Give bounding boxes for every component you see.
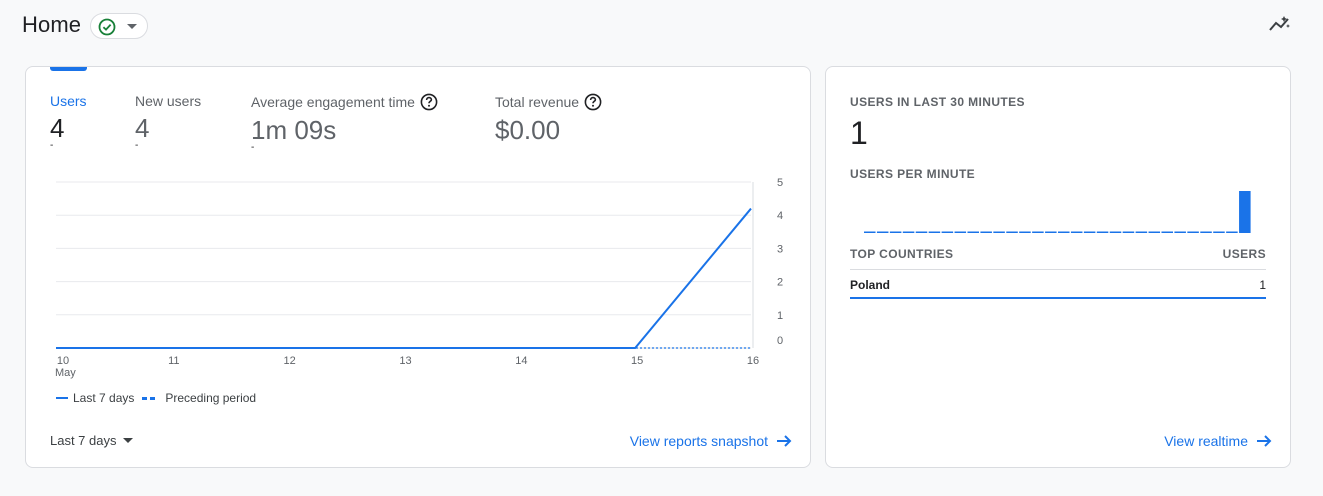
arrow-right-icon — [777, 435, 792, 447]
legend-item-current: Last 7 days — [56, 391, 134, 405]
minute-bar — [1006, 231, 1018, 233]
legend-swatch-solid — [56, 397, 68, 399]
date-range-label: Last 7 days — [50, 433, 117, 448]
link-label: View reports snapshot — [629, 433, 768, 449]
minute-bar — [1213, 231, 1225, 233]
date-range-dropdown[interactable]: Last 7 days — [50, 433, 133, 448]
country-users: 1 — [1259, 278, 1266, 292]
minute-bar — [902, 231, 915, 233]
minute-bar — [993, 231, 1005, 233]
minute-bar — [1032, 231, 1044, 233]
minute-bar — [864, 231, 876, 233]
minute-bar — [1148, 231, 1161, 233]
y-tick-label: 5 — [777, 177, 783, 189]
series-line-current — [56, 207, 752, 349]
minute-bar — [1161, 231, 1173, 233]
minute-bar — [915, 231, 928, 233]
caret-down-icon — [127, 24, 137, 29]
check-circle-icon — [98, 18, 116, 36]
minute-bar — [1019, 231, 1031, 233]
minute-bar — [980, 231, 992, 233]
minute-bar — [1200, 231, 1212, 233]
minute-bar — [1135, 231, 1148, 233]
minute-bar — [1045, 231, 1057, 233]
x-tick-label: 16 — [747, 355, 759, 367]
minute-bar — [967, 231, 979, 233]
minute-bar — [1096, 231, 1109, 233]
y-tick-label: 2 — [777, 277, 783, 289]
minute-bar — [1187, 231, 1199, 233]
users-per-minute-label: USERS PER MINUTE — [850, 167, 976, 181]
minute-bar — [1174, 231, 1186, 233]
x-tick-label: 13 — [399, 355, 411, 367]
realtime-card: USERS IN LAST 30 MINUTES 1 USERS PER MIN… — [825, 66, 1291, 468]
country-row: Poland 1 — [850, 271, 1266, 299]
overview-card: Users 4 - New users 4 - Average engageme… — [25, 66, 811, 468]
minute-bar — [1239, 191, 1251, 233]
country-name: Poland — [850, 278, 891, 292]
realtime-users-value: 1 — [850, 115, 868, 151]
y-tick-label: 0 — [777, 335, 783, 347]
y-tick-label: 3 — [777, 243, 783, 255]
minute-bar — [1058, 231, 1070, 233]
top-countries-header: TOP COUNTRIES USERS — [850, 247, 1266, 270]
chart-legend: Last 7 days Preceding period — [56, 391, 256, 405]
minute-bar — [1109, 231, 1122, 233]
legend-label-previous: Preceding period — [165, 391, 257, 405]
minute-bar — [954, 231, 967, 233]
x-tick-label: 11 — [168, 355, 179, 367]
legend-label-current: Last 7 days — [73, 391, 135, 405]
x-tick-sublabel: May — [55, 367, 76, 379]
minute-bar — [1070, 231, 1083, 233]
minute-bar — [941, 231, 954, 233]
legend-item-previous: Preceding period — [142, 391, 256, 405]
view-reports-snapshot-link[interactable]: View reports snapshot — [630, 433, 792, 449]
users-column-label: USERS — [1222, 247, 1266, 261]
minute-bar — [1122, 231, 1135, 233]
insights-icon[interactable] — [1268, 14, 1292, 34]
realtime-title: USERS IN LAST 30 MINUTES — [850, 95, 1025, 109]
caret-down-icon — [122, 437, 133, 443]
x-tick-label: 15 — [631, 355, 643, 367]
country-share-bar — [850, 297, 1266, 299]
view-realtime-link[interactable]: View realtime — [1164, 433, 1272, 449]
top-countries-label: TOP COUNTRIES — [850, 247, 954, 261]
minute-bar — [889, 231, 902, 233]
minute-bar — [928, 231, 941, 233]
users-line-chart: 54321010 11 12 13 14 15 16May — [55, 177, 783, 379]
link-label: View realtime — [1164, 433, 1248, 449]
status-dropdown[interactable] — [90, 13, 148, 39]
x-tick-label: 14 — [515, 355, 527, 367]
minute-bar — [1226, 231, 1238, 233]
y-tick-label: 4 — [777, 210, 783, 222]
page-title: Home — [22, 12, 82, 37]
users-per-minute-chart — [864, 191, 1251, 233]
legend-swatch-dashed — [142, 397, 156, 400]
minute-bar — [876, 231, 889, 233]
x-tick-label: 12 — [284, 355, 296, 367]
y-tick-label: 1 — [777, 310, 783, 322]
x-tick-label: 10 — [57, 355, 69, 367]
arrow-right-icon — [1257, 435, 1272, 447]
minute-bar — [1083, 231, 1096, 233]
